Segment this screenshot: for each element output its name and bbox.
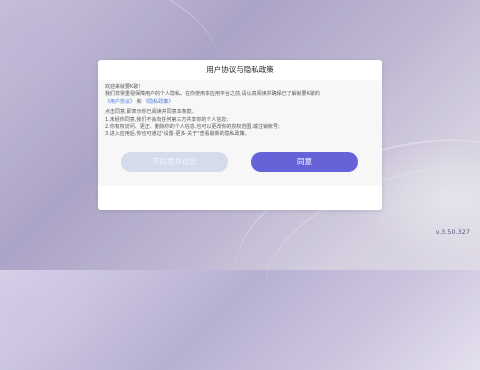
intro-text: 我们非常重视保障用户的个人隐私。在你使用本应用平台之前,请认真阅读并确保已了解就… bbox=[105, 91, 320, 98]
policy-item: 1.未经你同意,我们不会向任何第三方共享你的个人信息; bbox=[105, 116, 229, 123]
and-text: 和 bbox=[135, 98, 144, 105]
user-agreement-link[interactable]: 《用户协议》 bbox=[105, 99, 135, 105]
version-label: v.3.50.327 bbox=[435, 228, 470, 236]
privacy-policy-link[interactable]: 《隐私政策》 bbox=[143, 99, 173, 105]
consent-note: 点击同意,即表示你已阅读并同意本条款。 bbox=[105, 109, 197, 116]
privacy-dialog: 用户协议与隐私政策 欢迎来就要K歌! 我们非常重视保障用户的个人隐私。在你使用本… bbox=[98, 60, 382, 210]
links-line: 《用户协议》 和 《隐私政策》 bbox=[105, 99, 375, 106]
decline-exit-button[interactable]: 不同意并退出 bbox=[121, 152, 228, 172]
dialog-title: 用户协议与隐私政策 bbox=[98, 60, 382, 80]
button-row: 不同意并退出 同意 bbox=[98, 152, 382, 210]
policy-item: 3.进入应用后,你也可通过"设置-更多-关于"查看最新的隐私政策。 bbox=[105, 131, 250, 138]
agree-button[interactable]: 同意 bbox=[251, 152, 358, 172]
